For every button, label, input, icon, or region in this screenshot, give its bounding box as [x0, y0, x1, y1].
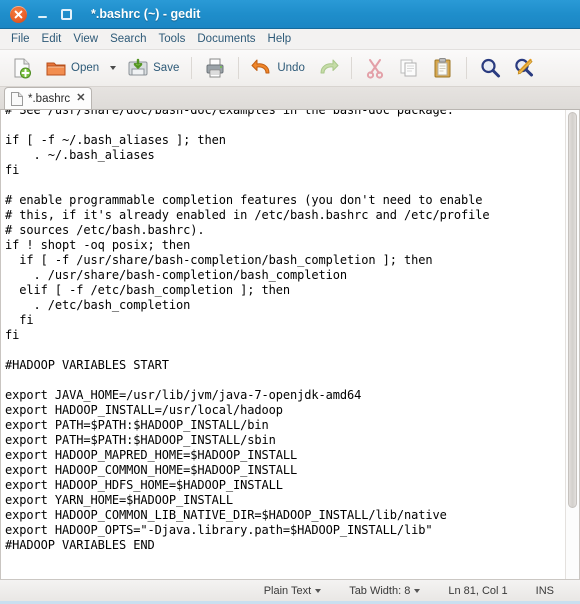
- scissors-icon: [364, 57, 386, 79]
- paste-icon: [432, 57, 454, 79]
- status-bar: Plain Text Tab Width: 8 Ln 81, Col 1 INS: [0, 579, 580, 601]
- toolbar-separator-3: [351, 57, 352, 79]
- title-bar: *.bashrc (~) - gedit: [0, 0, 580, 29]
- close-button[interactable]: [10, 6, 27, 23]
- undo-arrow-icon: [251, 57, 273, 79]
- tab-width-label: Tab Width: 8: [349, 585, 410, 597]
- find-button[interactable]: [474, 54, 506, 82]
- print-icon: [204, 57, 226, 79]
- menu-file[interactable]: File: [5, 31, 36, 47]
- window-title: *.bashrc (~) - gedit: [91, 7, 200, 21]
- tab-close-icon[interactable]: ✕: [75, 93, 85, 104]
- editor-area: # See /usr/share/doc/bash-doc/examples i…: [0, 110, 580, 579]
- save-button-label: Save: [153, 62, 179, 74]
- menu-documents[interactable]: Documents: [191, 31, 261, 47]
- minimize-button[interactable]: [34, 6, 51, 23]
- open-dropdown-caret[interactable]: [110, 66, 116, 70]
- insert-mode-label: INS: [536, 585, 554, 597]
- gedit-window: *.bashrc (~) - gedit File Edit View Sear…: [0, 0, 580, 604]
- maximize-button[interactable]: [58, 6, 75, 23]
- text-view[interactable]: # See /usr/share/doc/bash-doc/examples i…: [1, 110, 565, 579]
- open-folder-icon: [45, 57, 67, 79]
- tab-width-selector[interactable]: Tab Width: 8: [335, 585, 434, 597]
- toolbar: Open Save: [0, 50, 580, 87]
- new-document-button[interactable]: [6, 54, 38, 82]
- maximize-icon: [61, 9, 72, 20]
- save-button[interactable]: Save: [122, 54, 184, 82]
- toolbar-separator-2: [238, 57, 239, 79]
- paste-button[interactable]: [427, 54, 459, 82]
- document-icon: [11, 92, 23, 106]
- cursor-position-label: Ln 81, Col 1: [448, 585, 507, 597]
- close-icon: [14, 10, 23, 19]
- menu-bar: File Edit View Search Tools Documents He…: [0, 29, 580, 50]
- chevron-down-icon: [315, 589, 321, 593]
- replace-button[interactable]: [508, 54, 540, 82]
- scrollbar-thumb[interactable]: [568, 112, 577, 508]
- save-icon: [127, 57, 149, 79]
- open-button[interactable]: Open: [40, 54, 104, 82]
- redo-arrow-icon: [317, 57, 339, 79]
- tab-title: *.bashrc: [28, 93, 70, 105]
- minimize-icon: [38, 16, 47, 18]
- tab-bashrc[interactable]: *.bashrc ✕: [4, 87, 92, 109]
- cut-button[interactable]: [359, 54, 391, 82]
- copy-button[interactable]: [393, 54, 425, 82]
- tab-bar: *.bashrc ✕: [0, 87, 580, 110]
- vertical-scrollbar[interactable]: [565, 110, 579, 579]
- menu-tools[interactable]: Tools: [153, 31, 192, 47]
- menu-search[interactable]: Search: [104, 31, 152, 47]
- open-button-label: Open: [71, 62, 99, 74]
- menu-help[interactable]: Help: [262, 31, 298, 47]
- menu-edit[interactable]: Edit: [36, 31, 68, 47]
- insert-mode: INS: [522, 585, 568, 597]
- window-controls: [10, 6, 75, 23]
- editor-text[interactable]: # See /usr/share/doc/bash-doc/examples i…: [5, 110, 489, 553]
- chevron-down-icon: [414, 589, 420, 593]
- toolbar-separator-4: [466, 57, 467, 79]
- cursor-position: Ln 81, Col 1: [434, 585, 521, 597]
- print-button[interactable]: [199, 54, 231, 82]
- new-document-icon: [11, 57, 33, 79]
- undo-button-label: Undo: [277, 62, 305, 74]
- language-selector[interactable]: Plain Text: [250, 585, 336, 597]
- menu-view[interactable]: View: [67, 31, 104, 47]
- find-replace-icon: [513, 57, 535, 79]
- toolbar-separator-1: [191, 57, 192, 79]
- redo-button[interactable]: [312, 54, 344, 82]
- copy-icon: [398, 57, 420, 79]
- undo-button[interactable]: Undo: [246, 54, 310, 82]
- language-label: Plain Text: [264, 585, 312, 597]
- search-icon: [479, 57, 501, 79]
